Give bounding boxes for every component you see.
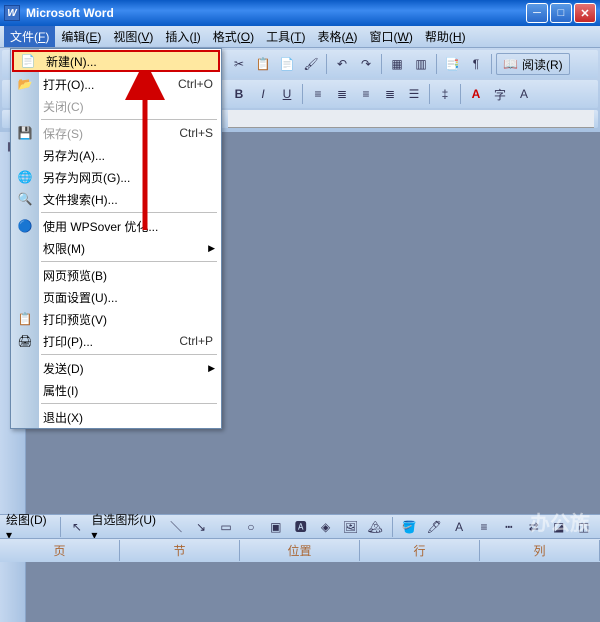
menu-view[interactable]: 视图(V)	[107, 26, 159, 47]
word-app-icon: W	[4, 5, 20, 21]
menu-item-page-setup[interactable]: 页面设置(U)...	[11, 286, 221, 308]
font-color-icon[interactable]: A	[465, 83, 487, 105]
dash-style-icon[interactable]: ┅	[498, 516, 519, 538]
underline-icon[interactable]: U	[276, 83, 298, 105]
font-color-draw-icon[interactable]: A	[449, 516, 470, 538]
print-icon: 🖨	[17, 333, 33, 349]
show-marks-icon[interactable]: ¶	[465, 53, 487, 75]
titlebar: W Microsoft Word ─ □ ✕	[0, 0, 600, 26]
align-left-icon[interactable]: ≡	[307, 83, 329, 105]
line-icon[interactable]: ＼	[166, 516, 187, 538]
table-icon[interactable]: ▦	[386, 53, 408, 75]
ruler-area[interactable]	[228, 110, 594, 128]
menu-item-save-as-web[interactable]: 🌐 另存为网页(G)...	[11, 166, 221, 188]
menu-item-print[interactable]: 🖨 打印(P)... Ctrl+P	[11, 330, 221, 352]
menu-item-print-preview[interactable]: 📋 打印预览(V)	[11, 308, 221, 330]
arrow-icon[interactable]: ↘	[191, 516, 212, 538]
redo-icon[interactable]: ↷	[355, 53, 377, 75]
rectangle-icon[interactable]: ▭	[216, 516, 237, 538]
menu-item-properties[interactable]: 属性(I)	[11, 379, 221, 401]
textbox-icon[interactable]: ▣	[265, 516, 286, 538]
select-icon[interactable]: ↖	[66, 516, 87, 538]
diagram-icon[interactable]: ◈	[315, 516, 336, 538]
line-spacing-icon[interactable]: ‡	[434, 83, 456, 105]
reading-view-button[interactable]: 📖 阅读(R)	[496, 53, 570, 75]
menu-window[interactable]: 窗口(W)	[364, 26, 419, 47]
menu-format[interactable]: 格式(O)	[207, 26, 260, 47]
menu-tools[interactable]: 工具(T)	[260, 26, 311, 47]
columns-icon[interactable]: ▥	[410, 53, 432, 75]
status-page: 页	[0, 540, 120, 561]
menu-item-web-preview[interactable]: 网页预览(B)	[11, 264, 221, 286]
char-border-icon[interactable]: A	[513, 83, 535, 105]
open-icon: 📂	[17, 76, 33, 92]
align-right-icon[interactable]: ≡	[355, 83, 377, 105]
char-width-icon[interactable]: 字	[489, 83, 511, 105]
undo-icon[interactable]: ↶	[331, 53, 353, 75]
distribute-icon[interactable]: ☰	[403, 83, 425, 105]
italic-icon[interactable]: I	[252, 83, 274, 105]
cut-icon[interactable]: ✂	[228, 53, 250, 75]
oval-icon[interactable]: ○	[240, 516, 261, 538]
line-color-icon[interactable]: 🖊	[424, 516, 445, 538]
file-menu-dropdown: 📄 新建(N)... 📂 打开(O)... Ctrl+O 关闭(C) 💾 保存(…	[10, 48, 222, 429]
menu-item-save[interactable]: 💾 保存(S) Ctrl+S	[11, 122, 221, 144]
minimize-button[interactable]: ─	[526, 3, 548, 23]
menu-table[interactable]: 表格(A)	[312, 26, 364, 47]
submenu-arrow-icon: ▶	[208, 363, 215, 374]
web-icon: 🌐	[17, 169, 33, 185]
maximize-button[interactable]: □	[550, 3, 572, 23]
format-painter-icon[interactable]: 🖌	[300, 53, 322, 75]
wps-icon: 🔵	[17, 218, 33, 234]
menu-edit[interactable]: 编辑(E)	[55, 26, 107, 47]
corner-watermark: 办公族	[530, 507, 590, 536]
menu-item-save-as[interactable]: 另存为(A)...	[11, 144, 221, 166]
menu-file[interactable]: 文件(F)	[4, 26, 55, 47]
window-title: Microsoft Word	[26, 6, 524, 20]
clipart-icon[interactable]: 🖼	[340, 516, 361, 538]
statusbar: 页 节 位置 行 列	[0, 538, 600, 562]
new-doc-icon: 📄	[20, 53, 36, 69]
menu-item-file-search[interactable]: 🔍 文件搜索(H)...	[11, 188, 221, 210]
print-preview-icon: 📋	[17, 311, 33, 327]
submenu-arrow-icon: ▶	[208, 243, 215, 254]
status-column: 列	[480, 540, 600, 561]
line-style-icon[interactable]: ≡	[474, 516, 495, 538]
status-position: 位置	[240, 540, 360, 561]
paste-icon[interactable]: 📄	[276, 53, 298, 75]
close-button[interactable]: ✕	[574, 3, 596, 23]
status-section: 节	[120, 540, 240, 561]
menu-item-open[interactable]: 📂 打开(O)... Ctrl+O	[11, 73, 221, 95]
bold-icon[interactable]: B	[228, 83, 250, 105]
menu-item-close[interactable]: 关闭(C)	[11, 95, 221, 117]
drawing-toolbar: 绘图(D) ▾ ↖ 自选图形(U) ▾ ＼ ↘ ▭ ○ ▣ 🅰 ◈ 🖼 🏔 🪣 …	[0, 514, 600, 538]
status-line: 行	[360, 540, 480, 561]
doc-map-icon[interactable]: 📑	[441, 53, 463, 75]
menu-item-wps-optimize[interactable]: 🔵 使用 WPSover 优化...	[11, 215, 221, 237]
picture-icon[interactable]: 🏔	[365, 516, 386, 538]
wordart-icon[interactable]: 🅰	[290, 516, 311, 538]
align-center-icon[interactable]: ≣	[331, 83, 353, 105]
fill-color-icon[interactable]: 🪣	[399, 516, 420, 538]
menu-item-exit[interactable]: 退出(X)	[11, 406, 221, 428]
copy-icon[interactable]: 📋	[252, 53, 274, 75]
menubar: 文件(F) 编辑(E) 视图(V) 插入(I) 格式(O) 工具(T) 表格(A…	[0, 26, 600, 48]
menu-insert[interactable]: 插入(I)	[159, 26, 206, 47]
menu-item-new[interactable]: 📄 新建(N)...	[12, 50, 220, 72]
search-icon: 🔍	[17, 191, 33, 207]
align-justify-icon[interactable]: ≣	[379, 83, 401, 105]
menu-item-send[interactable]: 发送(D) ▶	[11, 357, 221, 379]
menu-item-permission[interactable]: 权限(M) ▶	[11, 237, 221, 259]
save-icon: 💾	[17, 125, 33, 141]
menu-help[interactable]: 帮助(H)	[419, 26, 472, 47]
